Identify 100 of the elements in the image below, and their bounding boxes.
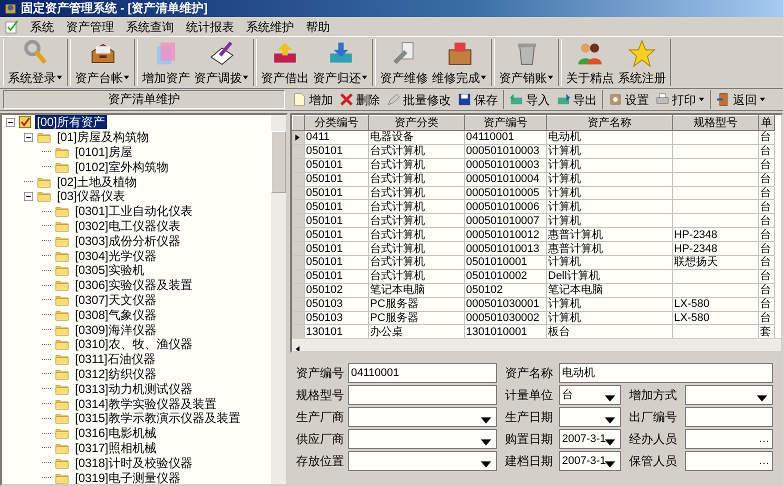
toolbar-button[interactable]: 设置: [605, 90, 652, 109]
menu-item[interactable]: 系统: [26, 16, 58, 36]
toolbar-button[interactable]: 导出: [553, 90, 600, 109]
dropdown-field[interactable]: [559, 407, 621, 427]
toolbar-button[interactable]: 维修完成: [430, 39, 489, 87]
tree-item[interactable]: [0306]实验仪器及装置: [73, 278, 194, 292]
toolbar-button[interactable]: 删除: [336, 90, 383, 109]
toolbar-button[interactable]: 资产台帐: [73, 39, 132, 87]
toolbar-button[interactable]: 资产借出: [259, 39, 311, 87]
tree-item[interactable]: [0301]工业自动化仪表: [73, 204, 194, 218]
column-header[interactable]: 分类编号: [304, 116, 368, 130]
input-field[interactable]: [348, 385, 497, 405]
tree-item[interactable]: [03]仪器仪表: [55, 189, 128, 204]
scrollbar[interactable]: [271, 115, 286, 484]
row-header[interactable]: [292, 297, 304, 312]
tree-item[interactable]: [0317]照相机械: [73, 440, 158, 455]
dropdown-field[interactable]: 台: [559, 385, 621, 405]
toolbar-button[interactable]: 资产销账: [497, 39, 556, 87]
tree-item[interactable]: [00]所有资产: [35, 115, 108, 130]
folder-icon: [54, 263, 70, 278]
dropdown-field[interactable]: [685, 385, 773, 405]
row-header[interactable]: [292, 324, 304, 339]
toolbar-button[interactable]: 资产归还: [311, 39, 370, 87]
tree-item[interactable]: [0319]电子测量仪器: [73, 470, 182, 484]
row-header[interactable]: [292, 283, 304, 298]
tree-item[interactable]: [0313]动力机测试仪器: [73, 382, 194, 396]
toolbar-button[interactable]: 资产调拨: [192, 39, 251, 87]
toolbar-button[interactable]: 资产维修: [378, 39, 430, 87]
dropdown-field[interactable]: 2007-3-1: [559, 429, 621, 449]
column-header[interactable]: 规格型号: [672, 116, 758, 130]
arrow-left-icon: [509, 92, 524, 107]
input-field[interactable]: 电动机: [559, 363, 773, 383]
tree-item[interactable]: [0309]海洋仪器: [73, 322, 158, 337]
tree-item[interactable]: [0318]计时及校验仪器: [73, 456, 194, 470]
toolbar-button[interactable]: 打印: [652, 90, 708, 109]
input-field[interactable]: …: [685, 429, 773, 449]
row-header[interactable]: [292, 214, 304, 228]
menu-item[interactable]: 帮助: [302, 16, 334, 36]
input-field[interactable]: 04110001: [348, 363, 497, 383]
menu-item[interactable]: 系统维护: [242, 16, 298, 36]
row-header[interactable]: [292, 158, 304, 172]
dropdown-field[interactable]: 2007-3-1: [559, 451, 621, 471]
row-header[interactable]: [292, 172, 304, 186]
dropdown-field[interactable]: [348, 407, 497, 427]
ellipsis-button[interactable]: …: [757, 432, 771, 446]
row-header[interactable]: [292, 228, 304, 242]
tree-item[interactable]: [0316]电影机械: [73, 426, 158, 440]
column-header[interactable]: 资产编号: [464, 116, 546, 130]
toolbar-button[interactable]: 保存: [454, 90, 501, 109]
ellipsis-button[interactable]: …: [757, 454, 771, 468]
menu-item[interactable]: 统计报表: [182, 16, 238, 36]
table-cell: 000501010005: [464, 186, 546, 200]
collapse-icon[interactable]: [24, 192, 33, 201]
tree-item[interactable]: [0302]电工仪器仪表: [73, 218, 182, 233]
dropdown-field[interactable]: [348, 451, 497, 471]
table-cell: 计算机: [546, 311, 672, 325]
tree-item[interactable]: [0304]光学仪器: [73, 248, 158, 263]
toolbar-button[interactable]: 导入: [506, 90, 553, 109]
toolbar-button[interactable]: 批量修改: [383, 90, 454, 109]
tree-item[interactable]: [0303]成份分析仪器: [73, 234, 182, 248]
menu-item[interactable]: 系统查询: [122, 16, 178, 36]
tree-item[interactable]: [0315]教学示教演示仪器及装置: [73, 411, 242, 426]
table-cell: 台式计算机: [368, 214, 464, 228]
tree-item[interactable]: [0314]教学实验仪器及装置: [73, 396, 218, 411]
table-cell: 计算机: [546, 256, 672, 270]
row-header[interactable]: [292, 269, 304, 284]
dropdown-field[interactable]: [348, 429, 497, 449]
toolbar-button[interactable]: 系统注册: [616, 39, 668, 87]
row-header[interactable]: [292, 256, 304, 270]
input-field[interactable]: …: [685, 451, 773, 471]
collapse-icon[interactable]: [6, 118, 15, 127]
tree-item[interactable]: [02]土地及植物: [55, 174, 140, 189]
tree-item[interactable]: [0312]纺织仪器: [73, 366, 158, 381]
tree-item[interactable]: [01]房屋及构筑物: [55, 130, 152, 144]
scrollbar[interactable]: [292, 338, 781, 351]
column-header[interactable]: 单: [758, 116, 774, 130]
table-cell: 000501010006: [464, 200, 546, 214]
toolbar-button[interactable]: 增加资产: [140, 39, 192, 87]
tree-item[interactable]: [0308]气象仪器: [73, 308, 158, 322]
row-header[interactable]: [292, 144, 304, 158]
row-header[interactable]: [292, 311, 304, 325]
tree-item[interactable]: [0102]室外构筑物: [73, 160, 170, 174]
tree-item[interactable]: [0310]农、牧、渔仪器: [73, 337, 194, 352]
row-header[interactable]: [292, 186, 304, 200]
input-field[interactable]: [685, 407, 773, 427]
column-header[interactable]: 资产名称: [546, 116, 672, 130]
row-header[interactable]: [292, 242, 304, 256]
checkbox[interactable]: [18, 115, 32, 130]
menu-item[interactable]: 资产管理: [62, 16, 118, 36]
toolbar-button[interactable]: 返回: [713, 90, 769, 109]
toolbar-button[interactable]: 系统登录: [6, 39, 65, 87]
tree-item[interactable]: [0101]房屋: [73, 144, 134, 159]
tree-item[interactable]: [0305]实验机: [73, 263, 146, 278]
toolbar-button[interactable]: 关于精点: [564, 39, 616, 87]
toolbar-button[interactable]: 增加: [289, 90, 336, 109]
row-header[interactable]: [292, 200, 304, 214]
column-header[interactable]: 资产分类: [368, 116, 464, 130]
collapse-icon[interactable]: [24, 132, 33, 142]
tree-item[interactable]: [0307]天文仪器: [73, 292, 158, 307]
tree-item[interactable]: [0311]石油仪器: [73, 352, 158, 366]
